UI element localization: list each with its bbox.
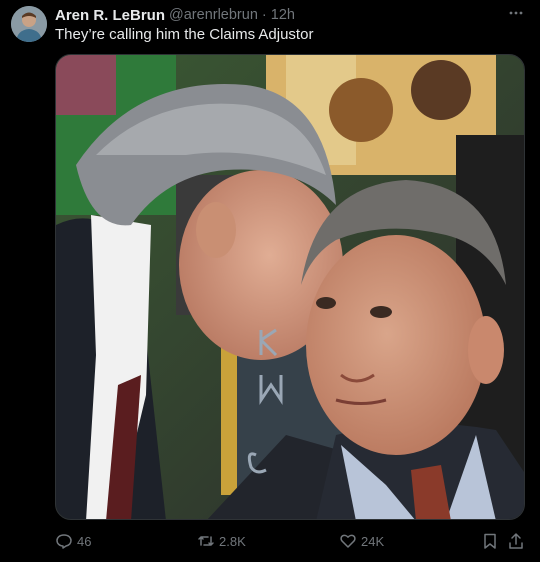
like-button[interactable]: 24K (339, 531, 384, 551)
retweet-button[interactable]: 2.8K (197, 531, 246, 551)
tweet-time[interactable]: 12h (271, 7, 295, 23)
tweet-text: They’re calling him the Claims Adjustor (55, 26, 314, 43)
reply-count: 46 (77, 533, 92, 549)
avatar[interactable] (11, 6, 47, 42)
photo-image (56, 55, 524, 519)
retweet-icon (198, 536, 214, 546)
bookmark-button[interactable] (481, 531, 499, 551)
bookmark-icon (484, 533, 496, 549)
separator: · (261, 7, 267, 23)
tweet-header: Aren R. LeBrun @arenrlebrun · 12h (55, 5, 526, 25)
author-name[interactable]: Aren R. LeBrun (55, 7, 165, 24)
reply-icon (56, 534, 72, 549)
tweet-actions: 46 2.8K 24K (55, 531, 528, 551)
reply-button[interactable]: 46 (55, 531, 91, 551)
avatar-image (11, 6, 47, 42)
share-icon (509, 533, 523, 549)
like-count: 24K (361, 533, 385, 549)
retweet-count: 2.8K (219, 533, 246, 549)
more-options-icon[interactable] (506, 3, 526, 23)
heart-icon (340, 534, 356, 548)
share-button[interactable] (507, 531, 525, 551)
tweet-photo[interactable] (55, 54, 525, 520)
author-handle[interactable]: @arenrlebrun (169, 7, 258, 23)
